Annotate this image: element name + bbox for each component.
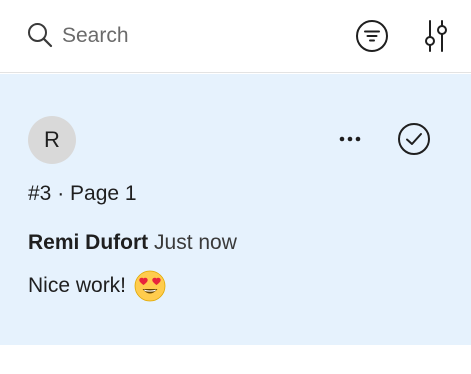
search-input[interactable] xyxy=(62,20,332,52)
search-bar xyxy=(0,0,471,73)
comment-meta: Remi Dufort Just now xyxy=(28,231,237,255)
check-circle-icon xyxy=(398,123,430,155)
author-name: Remi Dufort xyxy=(28,231,149,254)
filter-icon xyxy=(356,20,388,52)
sliders-icon xyxy=(425,20,447,52)
filter-button[interactable] xyxy=(355,19,389,53)
timestamp: Just now xyxy=(154,231,237,254)
more-horizontal-icon xyxy=(339,136,361,142)
search-icon xyxy=(28,23,53,48)
comments-panel: R #3 · Page 1 Remi Dufort Just now Nice … xyxy=(0,0,471,374)
avatar: R xyxy=(28,116,76,164)
heart-eyes-emoji-icon xyxy=(134,270,166,302)
more-options-button[interactable] xyxy=(335,124,365,154)
settings-button[interactable] xyxy=(420,18,452,54)
comment-text: Nice work! xyxy=(28,274,127,297)
thread-reference: #3 · Page 1 xyxy=(28,182,137,205)
comment-card[interactable]: R #3 · Page 1 Remi Dufort Just now Nice … xyxy=(0,74,471,345)
resolve-button[interactable] xyxy=(396,121,432,157)
comment-body: Nice work! xyxy=(28,269,166,303)
